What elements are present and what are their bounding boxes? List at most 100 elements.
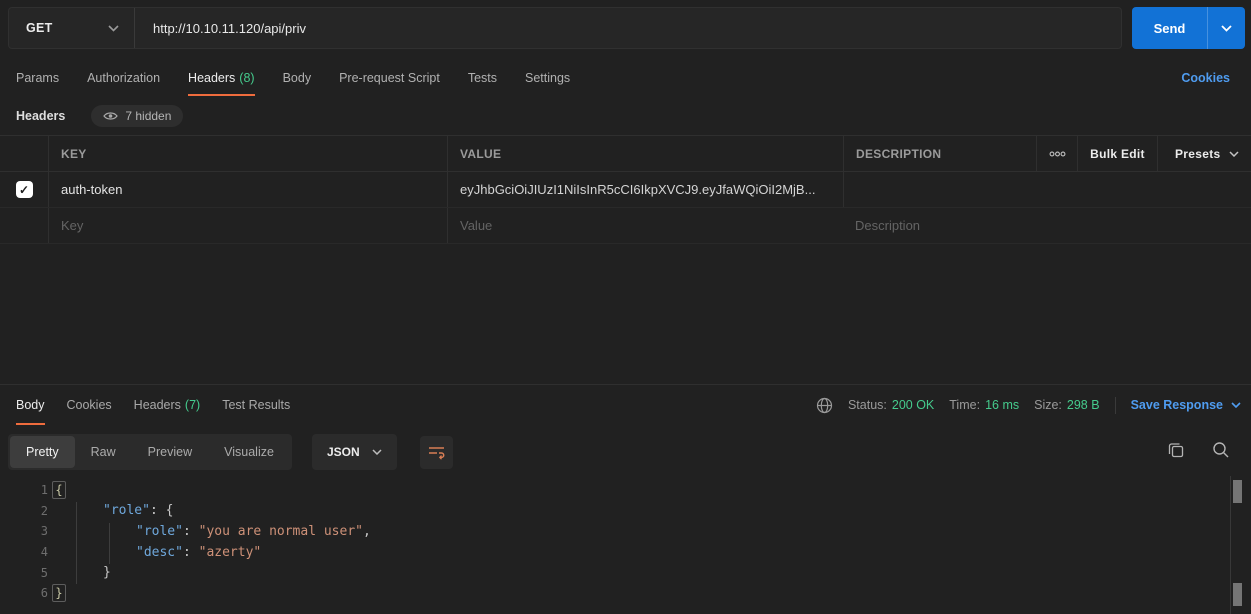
- code-token: "azerty": [199, 545, 262, 560]
- fold-toggle-icon[interactable]: {: [52, 481, 66, 499]
- header-value-field[interactable]: eyJhbGciOiJIUzI1NiIsInR5cCI6IkpXVCJ9.eyJ…: [447, 172, 843, 207]
- wrap-text-button[interactable]: [420, 436, 453, 469]
- code-line: 3"role": "you are normal user",: [0, 521, 1251, 542]
- column-value: VALUE: [447, 136, 843, 171]
- column-description: DESCRIPTION: [843, 136, 1036, 171]
- view-mode-switcher: Pretty Raw Preview Visualize: [8, 434, 292, 470]
- header-description-field[interactable]: [843, 172, 1036, 207]
- tab-headers[interactable]: Headers (8): [188, 60, 255, 96]
- search-icon[interactable]: [1212, 441, 1230, 459]
- response-tab-headers-count: (7): [185, 398, 200, 412]
- response-meta: Status: 200 OK Time: 16 ms Size: 298 B S…: [816, 385, 1241, 425]
- view-mode-pretty[interactable]: Pretty: [10, 436, 75, 468]
- status-label: Status:: [848, 398, 887, 412]
- line-number: 3: [0, 524, 48, 538]
- row-checkbox[interactable]: ✓: [16, 181, 33, 198]
- cookies-link[interactable]: Cookies: [1181, 60, 1230, 96]
- time-indicator: Time: 16 ms: [949, 398, 1019, 412]
- request-tabs: Params Authorization Headers (8) Body Pr…: [0, 60, 1251, 96]
- size-indicator: Size: 298 B: [1034, 398, 1099, 412]
- save-response-label: Save Response: [1131, 398, 1223, 412]
- response-body-viewer[interactable]: 1{2"role": { 3 "role": "you are normal use…: [0, 475, 1251, 614]
- view-mode-visualize[interactable]: Visualize: [208, 436, 290, 468]
- headers-subbar: Headers 7 hidden: [16, 99, 183, 132]
- indent-guide: [109, 523, 110, 564]
- response-tab-test-results[interactable]: Test Results: [222, 385, 290, 425]
- response-view-toolbar: Pretty Raw Preview Visualize JSON: [8, 434, 453, 470]
- tab-body[interactable]: Body: [283, 60, 312, 96]
- code-token: "role": [136, 524, 183, 539]
- tab-headers-label: Headers: [188, 71, 235, 85]
- fold-toggle-icon[interactable]: }: [52, 584, 66, 602]
- code-line: 6}: [0, 583, 1251, 604]
- header-row-empty: Key Value Description: [0, 208, 1251, 244]
- fold-gutter: }: [48, 584, 70, 602]
- scrollbar-mark[interactable]: [1233, 583, 1242, 606]
- bulk-edit-button[interactable]: Bulk Edit: [1077, 136, 1157, 171]
- code-token: ,: [363, 524, 371, 539]
- eye-icon: [103, 111, 118, 121]
- tab-params[interactable]: Params: [16, 60, 59, 96]
- row-checkbox-cell-empty: [0, 208, 48, 243]
- code-token: "desc": [136, 545, 183, 560]
- row-trailing-space: [1036, 208, 1251, 243]
- indent-guide: [76, 502, 77, 584]
- row-checkbox-cell: ✓: [0, 172, 48, 207]
- copy-icon[interactable]: [1167, 441, 1185, 459]
- save-response-button[interactable]: Save Response: [1131, 398, 1241, 412]
- scrollbar-thumb[interactable]: [1233, 480, 1242, 503]
- chevron-down-icon: [1221, 25, 1232, 32]
- send-options-button[interactable]: [1207, 7, 1245, 49]
- method-selector[interactable]: GET: [9, 8, 135, 48]
- view-mode-preview[interactable]: Preview: [132, 436, 208, 468]
- url-input[interactable]: http://10.10.11.120/api/priv: [135, 21, 306, 36]
- response-tab-cookies[interactable]: Cookies: [67, 385, 112, 425]
- method-label: GET: [26, 21, 53, 35]
- code-token: :: [150, 503, 166, 518]
- code-token: {: [166, 503, 174, 518]
- globe-icon[interactable]: [816, 397, 833, 414]
- tab-authorization[interactable]: Authorization: [87, 60, 160, 96]
- code-line: 1{: [0, 480, 1251, 501]
- header-row-auth-token: ✓ auth-token eyJhbGciOiJIUzI1NiIsInR5cCI…: [0, 172, 1251, 208]
- format-label: JSON: [327, 445, 360, 459]
- code-line: 2"role": {: [0, 501, 1251, 522]
- row-trailing-space: [1036, 172, 1251, 207]
- response-tab-body[interactable]: Body: [16, 385, 45, 425]
- new-description-input[interactable]: Description: [843, 208, 1036, 243]
- size-label: Size:: [1034, 398, 1062, 412]
- code-token: "you are normal user": [199, 524, 363, 539]
- send-button[interactable]: Send: [1132, 7, 1245, 49]
- new-key-input[interactable]: Key: [48, 208, 447, 243]
- meta-divider: [1115, 397, 1116, 414]
- code-line: 5}: [0, 562, 1251, 583]
- hidden-headers-label: 7 hidden: [125, 109, 171, 123]
- send-button-label[interactable]: Send: [1132, 7, 1207, 49]
- chevron-down-icon: [108, 25, 119, 32]
- code-lines: 1{2"role": { 3 "role": "you are normal use…: [0, 480, 1251, 604]
- status-value: 200 OK: [892, 398, 934, 412]
- headers-table: KEY VALUE DESCRIPTION Bulk Edit Presets …: [0, 135, 1251, 244]
- tab-pre-request-script[interactable]: Pre-request Script: [339, 60, 440, 96]
- time-label: Time:: [949, 398, 980, 412]
- more-options-icon[interactable]: [1036, 136, 1077, 171]
- check-icon: ✓: [19, 183, 29, 197]
- column-key: KEY: [48, 136, 447, 171]
- time-value: 16 ms: [985, 398, 1019, 412]
- chevron-down-icon: [1231, 402, 1241, 408]
- status-indicator: Status: 200 OK: [848, 398, 934, 412]
- tab-tests[interactable]: Tests: [468, 60, 497, 96]
- tab-settings[interactable]: Settings: [525, 60, 570, 96]
- new-value-input[interactable]: Value: [447, 208, 843, 243]
- format-dropdown[interactable]: JSON: [312, 434, 397, 470]
- headers-table-header: KEY VALUE DESCRIPTION Bulk Edit Presets: [0, 135, 1251, 172]
- code-line: 4"desc": "azerty": [0, 542, 1251, 563]
- size-value: 298 B: [1067, 398, 1100, 412]
- request-url-bar: GET http://10.10.11.120/api/priv: [8, 7, 1122, 49]
- view-mode-raw[interactable]: Raw: [75, 436, 132, 468]
- fold-gutter: {: [48, 481, 70, 499]
- presets-dropdown[interactable]: Presets: [1157, 136, 1251, 171]
- header-key-field[interactable]: auth-token: [48, 172, 447, 207]
- response-tab-headers[interactable]: Headers (7): [134, 385, 201, 425]
- hidden-headers-toggle[interactable]: 7 hidden: [91, 105, 183, 127]
